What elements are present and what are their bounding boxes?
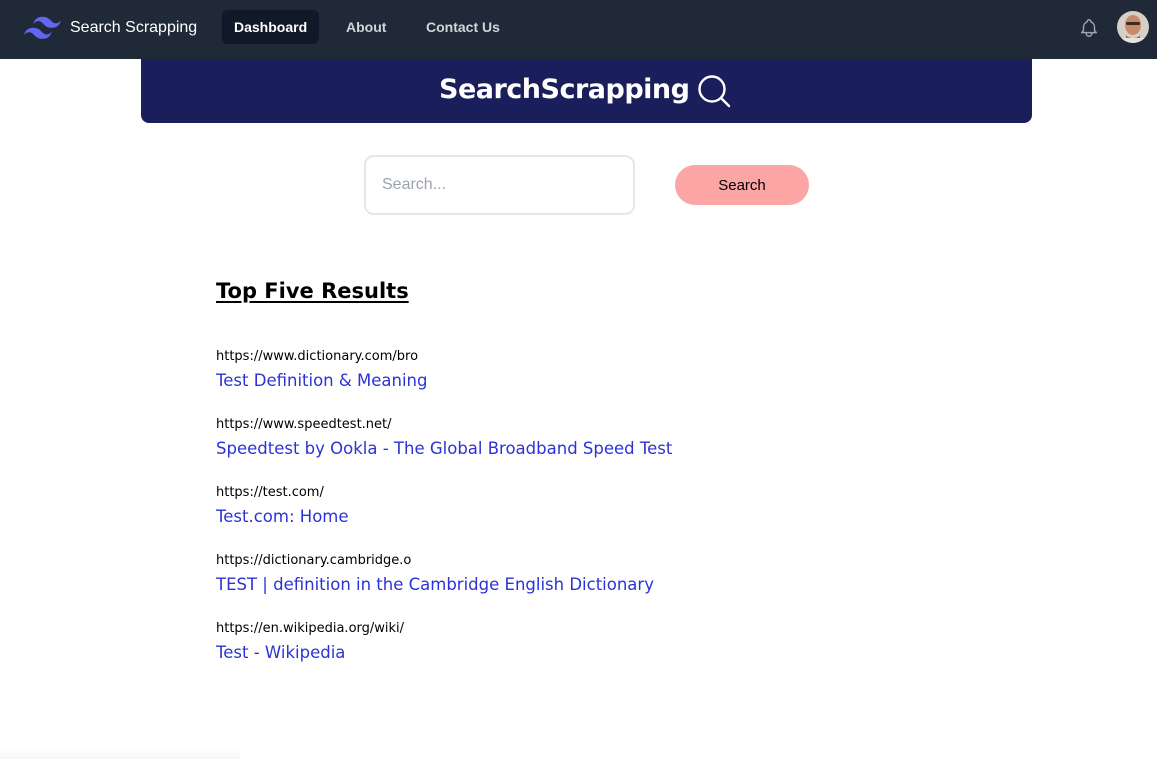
bell-icon[interactable] (1078, 16, 1100, 40)
brand-link[interactable]: Search Scrapping (24, 14, 197, 42)
tailwind-logo-icon (24, 16, 61, 39)
search-button[interactable]: Search (675, 165, 809, 205)
search-icon[interactable] (696, 73, 732, 109)
result-item: https://en.wikipedia.org/wiki/ Test - Wi… (216, 620, 916, 664)
nav-dashboard-link[interactable]: Dashboard (222, 10, 320, 44)
brand-name: Search Scrapping (70, 19, 198, 36)
nav-contact-link[interactable]: Contact Us (414, 10, 512, 44)
result-url: https://dictionary.cambridge.o (216, 553, 412, 568)
result-title-link[interactable]: Test - Wikipedia (216, 642, 916, 664)
result-title-link[interactable]: TEST | definition in the Cambridge Engli… (216, 574, 916, 596)
hero-banner: SearchScrapping (141, 59, 1032, 123)
results-heading: Top Five Results (216, 279, 409, 303)
result-url: https://en.wikipedia.org/wiki/ (216, 621, 405, 636)
result-item: https://www.speedtest.net/ Speedtest by … (216, 416, 916, 460)
result-title-link[interactable]: Test Definition & Meaning (216, 370, 916, 392)
search-input[interactable] (364, 155, 635, 215)
result-title-link[interactable]: Speedtest by Ookla - The Global Broadban… (216, 438, 916, 460)
top-navbar: Search Scrapping Dashboard About Contact… (0, 0, 1157, 59)
hero-title: SearchScrapping (439, 74, 690, 105)
result-title-link[interactable]: Test.com: Home (216, 506, 916, 528)
user-avatar[interactable] (1117, 11, 1149, 43)
result-item: https://dictionary.cambridge.o TEST | de… (216, 552, 916, 596)
result-url: https://test.com/ (216, 485, 324, 500)
bottom-shadow (0, 748, 240, 759)
result-item: https://test.com/ Test.com: Home (216, 484, 916, 528)
result-item: https://www.dictionary.com/bro Test Defi… (216, 348, 916, 392)
avatar-image (1117, 11, 1149, 43)
result-url: https://www.speedtest.net/ (216, 417, 392, 432)
nav-about-link[interactable]: About (334, 10, 398, 44)
result-url: https://www.dictionary.com/bro (216, 349, 419, 364)
